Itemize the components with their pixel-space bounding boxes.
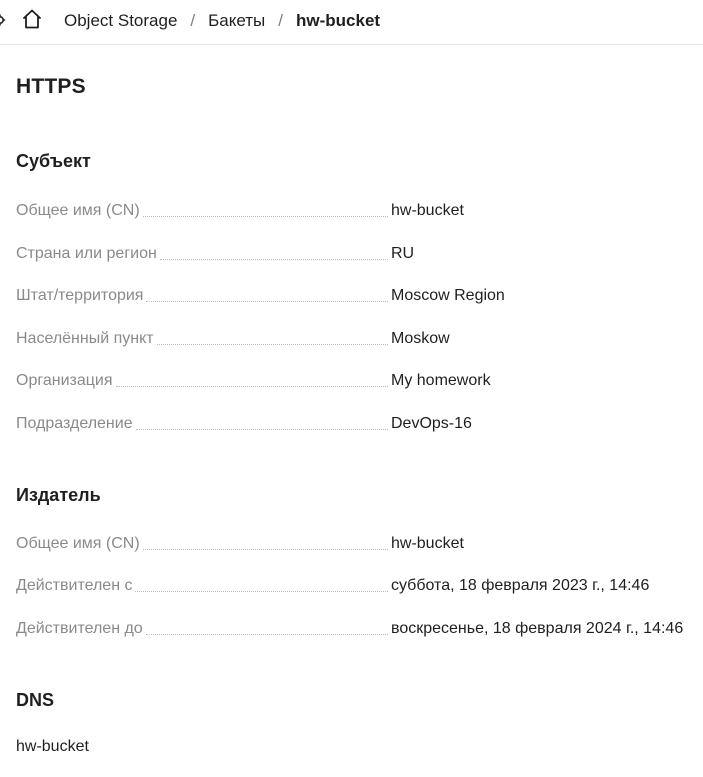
subject-row-state: Штат/территория Moscow Region [16,284,696,306]
dotted-leader [145,633,388,635]
breadcrumb-separator: / [190,11,196,30]
breadcrumb-item-object-storage[interactable]: Object Storage [64,11,177,31]
breadcrumb: Object Storage / Бакеты / hw-bucket [64,0,380,42]
dns-value: hw-bucket [16,738,89,755]
home-button[interactable] [19,8,45,34]
dotted-leader [159,258,388,260]
field-value: воскресенье, 18 февраля 2024 г., 14:46 [391,620,684,637]
section-title-issuer: Издатель [16,485,101,505]
dotted-leader [146,300,388,302]
field-value: My homework [391,372,491,389]
field-value: RU [391,245,415,262]
issuer-row-valid-from: Действителен с суббота, 18 февраля 2023 … [16,574,696,596]
dotted-leader [142,215,388,217]
issuer-row-valid-to: Действителен до воскресенье, 18 февраля … [16,617,696,639]
dotted-leader [135,590,388,592]
field-label: Организация [16,372,113,389]
issuer-row-cn: Общее имя (CN) hw-bucket [16,532,696,554]
subject-row-organization: Организация My homework [16,369,696,391]
field-label: Действителен до [16,620,143,637]
section-title-subject: Субъект [16,151,91,171]
subject-row-country: Страна или регион RU [16,242,696,264]
field-value: суббота, 18 февраля 2023 г., 14:46 [391,577,650,594]
field-label: Подразделение [16,415,133,432]
top-bar: Object Storage / Бакеты / hw-bucket [0,0,703,45]
dotted-leader [115,385,388,387]
breadcrumb-item-current: hw-bucket [296,11,381,30]
field-value: Moscow Region [391,287,505,304]
field-value: hw-bucket [391,202,464,219]
page-title: HTTPS [16,75,86,98]
subject-row-cn: Общее имя (CN) hw-bucket [16,199,696,221]
settings-icon[interactable] [0,12,8,28]
dotted-leader [142,548,388,550]
field-label: Штат/территория [16,287,144,304]
breadcrumb-item-buckets[interactable]: Бакеты [208,11,265,31]
field-value: DevOps-16 [391,415,472,432]
field-label: Общее имя (CN) [16,202,140,219]
field-value: hw-bucket [391,535,464,552]
breadcrumb-separator: / [278,11,284,30]
field-label: Действителен с [16,577,133,594]
dotted-leader [135,428,388,430]
subject-row-unit: Подразделение DevOps-16 [16,412,696,434]
field-label: Населённый пункт [16,330,154,347]
dotted-leader [156,343,388,345]
section-title-dns: DNS [16,690,55,710]
subject-row-locality: Населённый пункт Moskow [16,327,696,349]
field-value: Moskow [391,330,450,347]
field-label: Общее имя (CN) [16,535,140,552]
home-icon [21,8,43,35]
field-label: Страна или регион [16,245,157,262]
